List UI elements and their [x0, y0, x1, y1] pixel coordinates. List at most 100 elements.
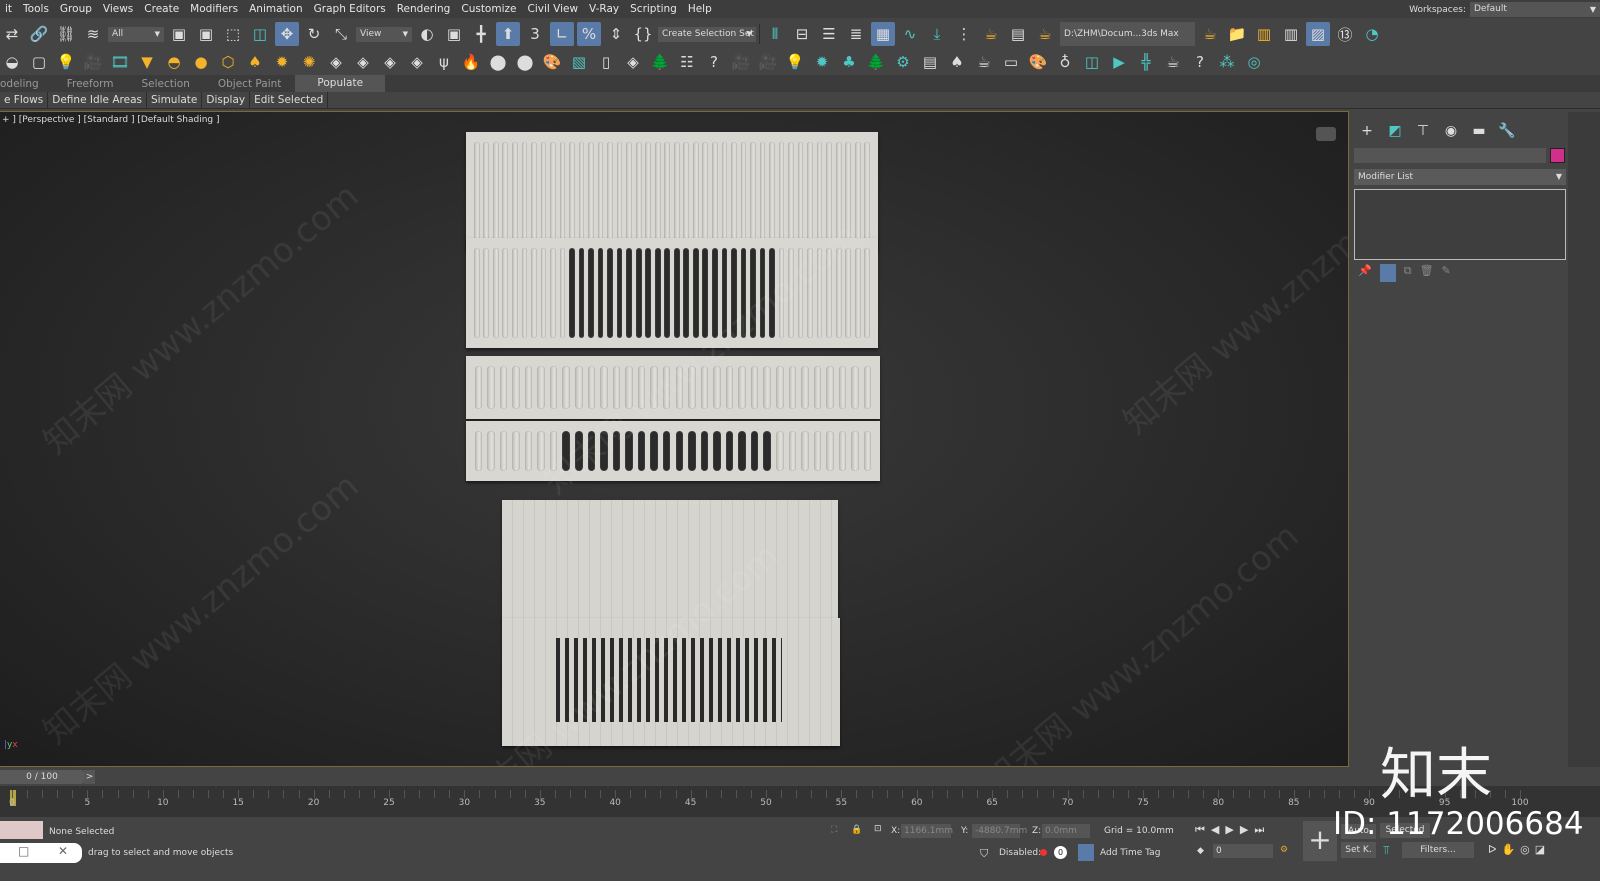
hierarchy-icon[interactable]: ⊤ [1412, 120, 1434, 142]
ribbon-toggle-icon[interactable]: ▦ [871, 22, 895, 46]
y-coordinate[interactable]: -4880.7mm [972, 824, 1027, 838]
box-icon[interactable]: ▢ [27, 50, 51, 74]
vray-proxy-icon[interactable]: ◈ [405, 50, 429, 74]
utilities-icon[interactable]: 🔧 [1496, 120, 1518, 142]
ribbon-button-define-idle-areas[interactable]: Define Idle Areas [48, 91, 147, 109]
redo-icon[interactable]: ⇄ [0, 22, 24, 46]
menu-v-ray[interactable]: V-Ray [584, 3, 625, 15]
rotate-icon[interactable]: ↻ [302, 22, 326, 46]
render-gear-icon[interactable]: ☕ [972, 50, 996, 74]
display-icon[interactable]: ▬ [1468, 120, 1490, 142]
spotlight-icon[interactable]: ▼ [135, 50, 159, 74]
curve-editor-icon[interactable]: ∿ [898, 22, 922, 46]
z-coordinate[interactable]: 0.0mm [1042, 824, 1090, 838]
select-object-icon[interactable]: ▣ [167, 22, 191, 46]
menu-views[interactable]: Views [98, 3, 139, 15]
orbit-icon[interactable]: ◎ [1520, 843, 1535, 856]
remove-modifier-icon[interactable]: 🗑 [1420, 264, 1434, 282]
project-icon[interactable]: ▥ [1252, 22, 1276, 46]
history-icon[interactable]: ◔ [1360, 22, 1384, 46]
fur-icon[interactable]: ψ [432, 50, 456, 74]
play-window-icon[interactable]: ▶ [1107, 50, 1131, 74]
mirror-icon[interactable]: ⫴ [763, 22, 787, 46]
window-icon[interactable]: ◫ [1080, 50, 1104, 74]
maximize-icon[interactable]: □ [18, 844, 29, 858]
dope-sheet-icon[interactable]: ⤓ [925, 22, 949, 46]
tree-alt-icon[interactable]: 🌲 [864, 50, 888, 74]
help-icon[interactable]: ? [702, 50, 726, 74]
render-icon[interactable]: ☕ [1033, 22, 1057, 46]
link-icon[interactable]: 🔗 [27, 22, 51, 46]
asset-icon[interactable]: ▯ [594, 50, 618, 74]
bind-spacewarp-icon[interactable]: ≋ [81, 22, 105, 46]
play-icon[interactable]: ▶ [1225, 823, 1239, 836]
scale-icon[interactable]: ⤡ [329, 22, 353, 46]
light-icon[interactable]: 💡 [783, 50, 807, 74]
current-frame-spinner[interactable]: 0 [1213, 844, 1273, 858]
named-selection-icon[interactable]: {} [631, 22, 655, 46]
record-dot-icon[interactable] [1040, 849, 1047, 856]
settings-icon[interactable]: ⚙ [891, 50, 915, 74]
viewcube-icon[interactable] [1316, 127, 1336, 141]
geo-sphere-icon[interactable]: ⬡ [216, 50, 240, 74]
align-icon[interactable]: ⊟ [790, 22, 814, 46]
vfb-icon[interactable]: ▧ [567, 50, 591, 74]
palette-icon[interactable]: 🎨 [540, 50, 564, 74]
menu-create[interactable]: Create [139, 3, 185, 15]
vray-logo-icon[interactable]: ◈ [621, 50, 645, 74]
pan-icon[interactable]: ✋ [1501, 843, 1520, 856]
menu-civil-view[interactable]: Civil View [522, 3, 584, 15]
maxscript-listener[interactable] [0, 821, 43, 839]
vent-panel[interactable] [466, 356, 880, 419]
angle-snap-icon[interactable]: ∟ [550, 22, 574, 46]
ribbon-tab-selection[interactable]: Selection [141, 78, 217, 90]
prev-frame-icon[interactable]: ◀ [1211, 823, 1225, 836]
project-settings-icon[interactable]: ▥ [1279, 22, 1303, 46]
vent-panel[interactable] [466, 132, 878, 250]
scene-explorer-icon[interactable]: ☰ [817, 22, 841, 46]
isolate-icon[interactable]: ⛶ [831, 825, 837, 835]
frame-window-icon[interactable]: ▤ [1006, 22, 1030, 46]
nodes-icon[interactable]: ⁂ [1215, 50, 1239, 74]
schematic-view-icon[interactable]: ⋮ [952, 22, 976, 46]
filters-button[interactable]: Filters... [1402, 842, 1474, 858]
object-name-field[interactable] [1354, 148, 1546, 163]
create-icon[interactable]: + [1356, 120, 1378, 142]
workspaces-dropdown[interactable]: Default [1470, 2, 1600, 17]
move-icon[interactable]: ✥ [275, 22, 299, 46]
select-by-name-icon[interactable]: ▣ [194, 22, 218, 46]
go-to-start-icon[interactable]: ⏮ [1195, 823, 1211, 836]
ribbon-tab-populate[interactable]: Populate [295, 75, 386, 92]
show-end-result-icon[interactable] [1379, 264, 1396, 282]
spinner-snap-icon[interactable]: ⇕ [604, 22, 628, 46]
time-config-icon[interactable]: ⚙ [1280, 845, 1288, 855]
menu-rendering[interactable]: Rendering [392, 3, 457, 15]
autosave-icon[interactable]: ▨ [1306, 22, 1330, 46]
make-unique-icon[interactable]: ⧉ [1404, 264, 1412, 282]
pin-stack-icon[interactable]: 📌 [1358, 264, 1372, 282]
object-color-swatch[interactable] [1550, 148, 1565, 163]
screen-icon[interactable]: ▭ [999, 50, 1023, 74]
select-manipulate-icon[interactable]: ▣ [442, 22, 466, 46]
render-setup-icon[interactable]: ☕ [979, 22, 1003, 46]
menu-scripting[interactable]: Scripting [625, 3, 683, 15]
camera-icon[interactable]: 🎥 [729, 50, 753, 74]
named-selection-set-dropdown[interactable]: Create Selection Set [658, 26, 756, 42]
palette-alt-icon[interactable]: 🎨 [1026, 50, 1050, 74]
menu-help[interactable]: Help [683, 3, 718, 15]
ribbon-button-display[interactable]: Display [202, 91, 251, 109]
reference-coordinate-dropdown[interactable]: View [356, 26, 412, 42]
placement-icon[interactable]: ◐ [415, 22, 439, 46]
sphere-light-icon[interactable]: ● [189, 50, 213, 74]
next-frame-button[interactable]: > [84, 770, 95, 784]
sun-icon[interactable]: ✹ [270, 50, 294, 74]
material-ball-icon[interactable]: ⬤ [486, 50, 510, 74]
menu-it[interactable]: it [0, 3, 18, 15]
shield-icon[interactable]: ⛉ [980, 847, 988, 861]
film-camera-icon[interactable]: 🎞 [108, 50, 132, 74]
open-folder-icon[interactable]: 📁 [1225, 22, 1249, 46]
target-icon[interactable]: ◎ [1242, 50, 1266, 74]
sparkle-icon[interactable]: ✺ [297, 50, 321, 74]
vray-sphere-icon[interactable]: ◈ [351, 50, 375, 74]
split-icon[interactable]: ╬ [1134, 50, 1158, 74]
